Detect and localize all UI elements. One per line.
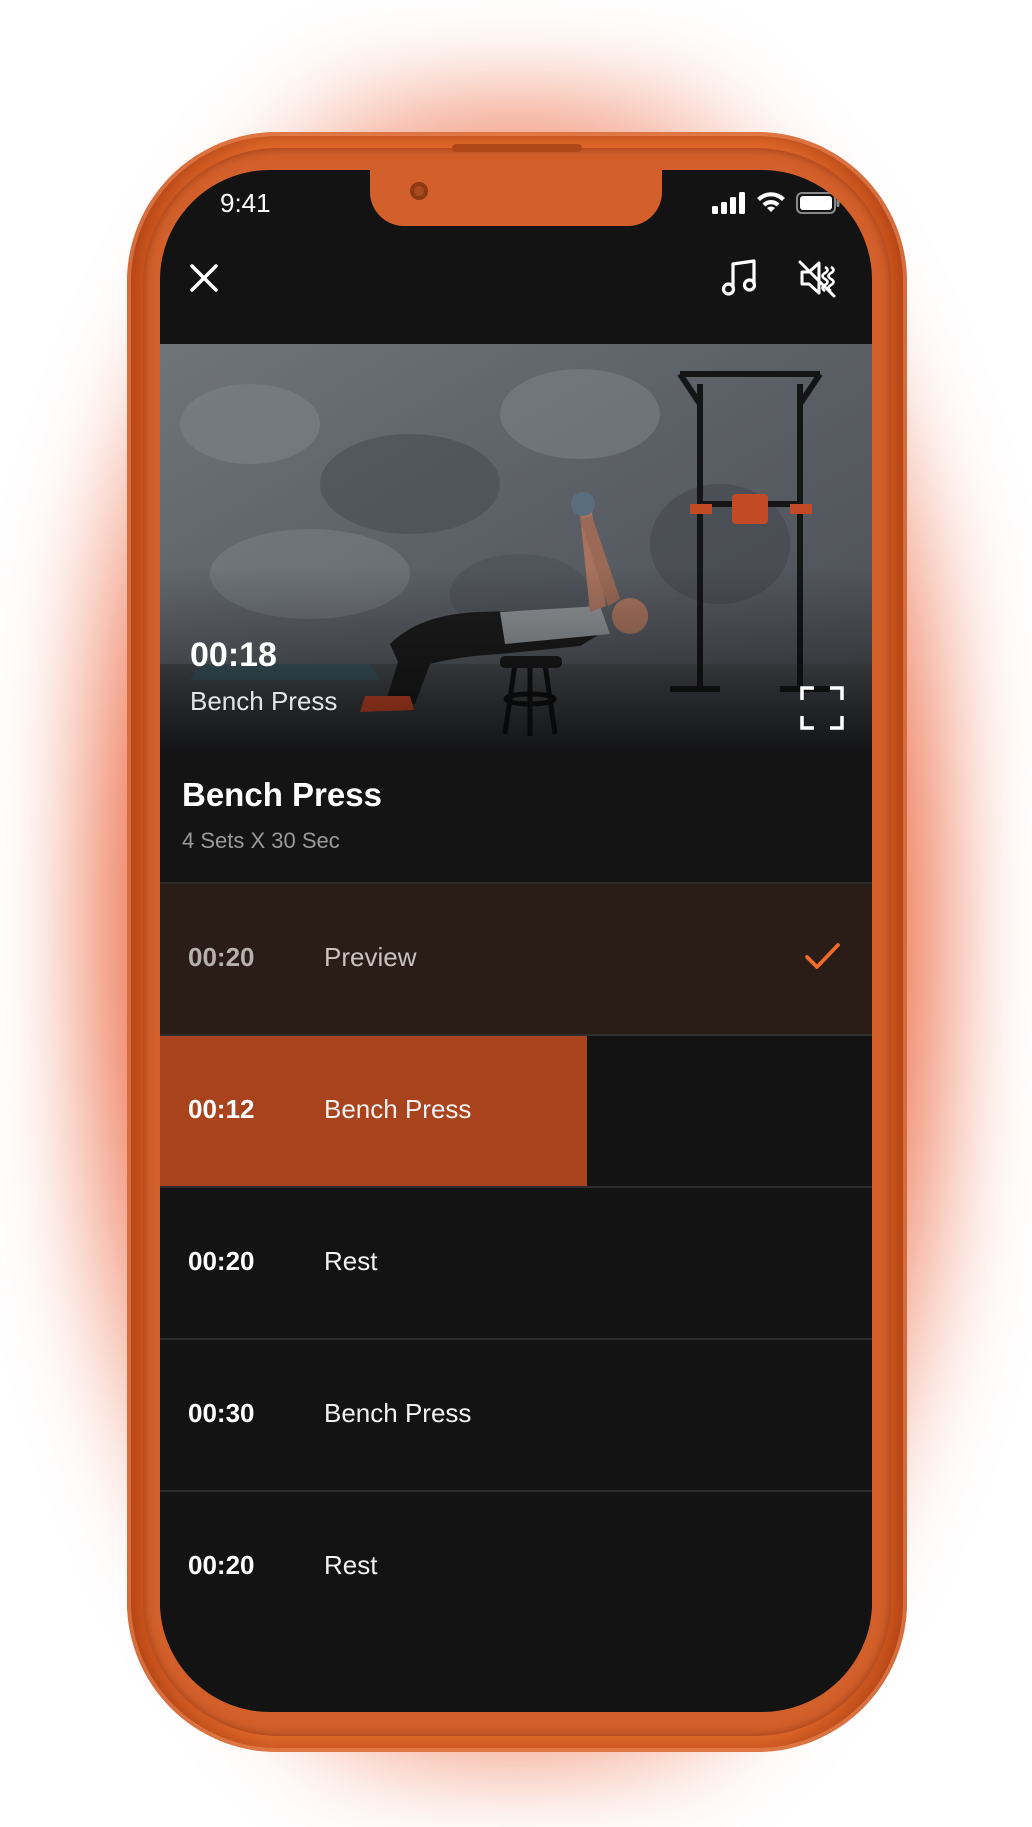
battery-icon (796, 192, 840, 214)
close-button[interactable] (176, 250, 232, 306)
player-toolbar (160, 240, 872, 354)
music-button[interactable] (712, 250, 768, 306)
notch (370, 170, 662, 226)
interval-row[interactable]: 00:30 Bench Press (160, 1338, 872, 1490)
interval-row[interactable]: 00:20 Rest (160, 1186, 872, 1338)
earpiece-speaker (452, 144, 582, 152)
exercise-title: Bench Press (182, 776, 382, 813)
front-camera (410, 182, 428, 200)
checkmark-icon (805, 943, 840, 969)
interval-row[interactable]: 00:20 Rest (160, 1490, 872, 1642)
mute-button[interactable] (790, 250, 846, 306)
interval-label: Rest (324, 1246, 378, 1276)
video-exercise-label: Bench Press (190, 686, 338, 716)
wifi-icon (757, 192, 785, 212)
video-elapsed-time: 00:18 (190, 636, 277, 674)
interval-label: Bench Press (324, 1094, 472, 1124)
fullscreen-button[interactable] (798, 684, 846, 732)
speaker-muted-icon (798, 260, 836, 298)
exercise-video[interactable]: 00:18 Bench Press (160, 344, 872, 748)
interval-label: Preview (324, 942, 417, 972)
fullscreen-icon (800, 686, 844, 730)
interval-row-active[interactable]: 00:12 Bench Press (160, 1034, 872, 1186)
phone-screen: 9:41 00:18 Bench Press Bench Press 4 Set… (160, 170, 872, 1712)
signal-icon (712, 192, 745, 214)
interval-duration: 00:12 (188, 1094, 255, 1124)
interval-label: Bench Press (324, 1398, 472, 1428)
interval-duration: 00:20 (188, 942, 255, 972)
close-icon (190, 264, 218, 292)
interval-duration: 00:20 (188, 1246, 255, 1276)
stage: 9:41 00:18 Bench Press Bench Press 4 Set… (0, 0, 1032, 1827)
interval-label: Rest (324, 1550, 378, 1580)
interval-list: 00:20 Preview 00:12 Bench Press 00:20 Re… (160, 882, 872, 1642)
exercise-header: Bench Press 4 Sets X 30 Sec (160, 748, 872, 882)
exercise-sets-summary: 4 Sets X 30 Sec (182, 828, 340, 853)
interval-duration: 00:20 (188, 1550, 255, 1580)
music-note-icon (721, 259, 757, 296)
status-icons (712, 192, 840, 214)
interval-duration: 00:30 (188, 1398, 255, 1428)
status-time: 9:41 (220, 188, 271, 218)
interval-row[interactable]: 00:20 Preview (160, 882, 872, 1034)
